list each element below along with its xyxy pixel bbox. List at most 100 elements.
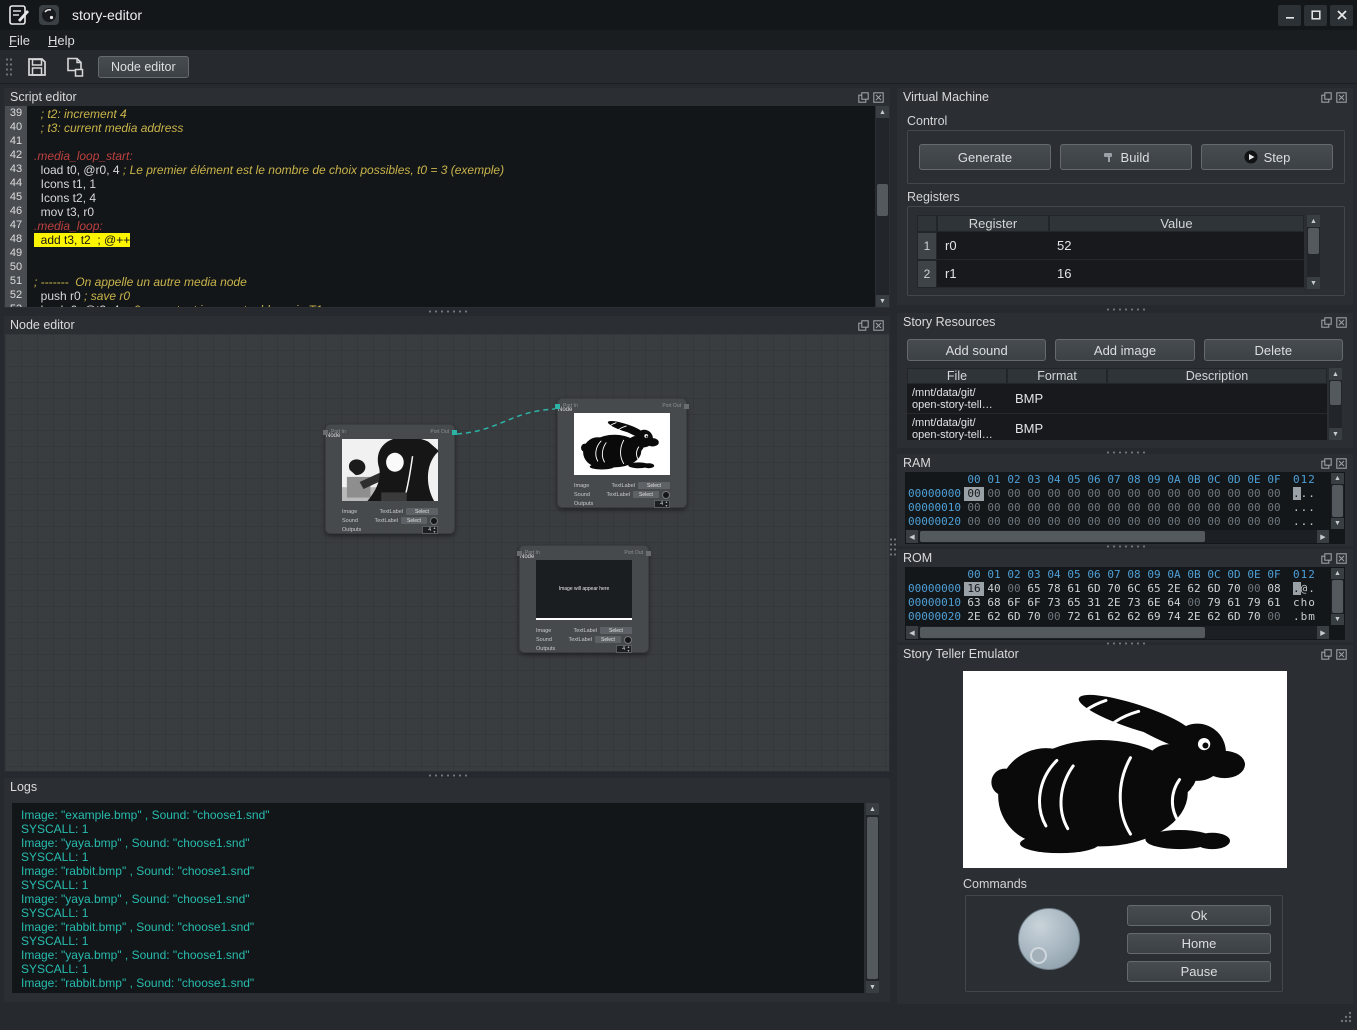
- menu-help[interactable]: Help: [39, 31, 84, 50]
- hex-byte[interactable]: 62: [1184, 582, 1204, 596]
- hex-byte[interactable]: 00: [1244, 487, 1264, 501]
- media-node-empty[interactable]: Port In Node Port Out Image will appear …: [519, 545, 649, 653]
- hex-byte[interactable]: 00: [1184, 596, 1204, 610]
- hex-byte[interactable]: 00: [1244, 515, 1264, 529]
- float-panel-icon[interactable]: [858, 92, 869, 103]
- hex-byte[interactable]: 00: [1264, 501, 1284, 515]
- code-editor[interactable]: 39 ; t2: increment 440 ; t3: current med…: [5, 106, 875, 307]
- scroll-handle[interactable]: [1332, 485, 1343, 517]
- registers-scrollbar[interactable]: ▲ ▼: [1307, 215, 1320, 289]
- outputs-spinner[interactable]: 4 ▲▼: [422, 526, 438, 534]
- ram-hscrollbar[interactable]: ◀ ▶: [906, 530, 1329, 543]
- close-panel-icon[interactable]: [1336, 553, 1347, 564]
- hex-byte[interactable]: 79: [1244, 596, 1264, 610]
- select-sound-button[interactable]: Select: [595, 636, 621, 643]
- scroll-down-button[interactable]: ▼: [1331, 518, 1344, 529]
- hex-byte[interactable]: 08: [1264, 582, 1284, 596]
- hex-byte[interactable]: 00: [984, 515, 1004, 529]
- hex-byte[interactable]: 79: [1204, 596, 1224, 610]
- hex-byte[interactable]: 00: [1104, 487, 1124, 501]
- media-node-yaya[interactable]: Port In Node Port Out Image TextLabel Se…: [325, 424, 455, 534]
- hex-byte[interactable]: 00: [1044, 515, 1064, 529]
- window-resize-grip[interactable]: [1337, 1008, 1353, 1024]
- hex-byte[interactable]: 31: [1084, 596, 1104, 610]
- hex-byte[interactable]: 65: [1144, 582, 1164, 596]
- hex-byte[interactable]: 00: [1224, 501, 1244, 515]
- hex-byte[interactable]: 00: [1124, 515, 1144, 529]
- hex-byte[interactable]: 00: [1064, 501, 1084, 515]
- hex-byte[interactable]: 6D: [1224, 610, 1244, 624]
- hex-byte[interactable]: 00: [964, 515, 984, 529]
- new-file-button[interactable]: [62, 54, 88, 80]
- scroll-handle[interactable]: [877, 184, 888, 216]
- select-image-button[interactable]: Select: [600, 627, 632, 634]
- hex-byte[interactable]: 00: [1184, 515, 1204, 529]
- scroll-down-button[interactable]: ▼: [866, 981, 879, 993]
- hex-byte[interactable]: 00: [1084, 487, 1104, 501]
- hex-byte[interactable]: 00: [1144, 487, 1164, 501]
- hex-byte[interactable]: 00: [1164, 515, 1184, 529]
- hex-byte[interactable]: 2E: [964, 610, 984, 624]
- scroll-handle[interactable]: [920, 531, 1205, 542]
- hex-byte[interactable]: 62: [984, 610, 1004, 624]
- scroll-up-button[interactable]: ▲: [866, 803, 879, 815]
- hex-byte[interactable]: 00: [1124, 487, 1144, 501]
- scroll-left-button[interactable]: ◀: [906, 530, 918, 543]
- hex-byte[interactable]: 00: [1164, 487, 1184, 501]
- hex-byte[interactable]: 00: [1084, 515, 1104, 529]
- media-node-rabbit[interactable]: Port In Node Port Out Image TextLabel Se…: [557, 398, 687, 508]
- ram-hex-view[interactable]: 000102030405060708090A0B0C0D0E0F01200000…: [905, 472, 1345, 544]
- rom-hscrollbar[interactable]: ◀ ▶: [906, 626, 1329, 639]
- vm-header[interactable]: Virtual Machine: [897, 88, 1353, 106]
- outputs-spinner[interactable]: 4 ▲▼: [654, 500, 670, 508]
- hex-byte[interactable]: 6E: [1144, 596, 1164, 610]
- hex-byte[interactable]: 00: [964, 487, 984, 501]
- hex-byte[interactable]: 00: [1204, 501, 1224, 515]
- scroll-up-button[interactable]: ▲: [876, 106, 889, 118]
- hex-byte[interactable]: 6F: [1024, 596, 1044, 610]
- hex-byte[interactable]: 00: [1044, 501, 1064, 515]
- play-sound-button[interactable]: [430, 517, 438, 525]
- hex-byte[interactable]: 65: [1064, 596, 1084, 610]
- hex-byte[interactable]: 16: [964, 582, 984, 596]
- select-image-button[interactable]: Select: [406, 508, 438, 515]
- delete-resource-button[interactable]: Delete: [1204, 339, 1343, 361]
- close-panel-icon[interactable]: [1336, 458, 1347, 469]
- port-out-connector[interactable]: [646, 551, 651, 556]
- close-panel-icon[interactable]: [873, 320, 884, 331]
- splitter-handle[interactable]: [1105, 307, 1145, 312]
- hex-byte[interactable]: 68: [984, 596, 1004, 610]
- menu-file[interactable]: File: [0, 31, 39, 50]
- scroll-up-button[interactable]: ▲: [1331, 568, 1344, 579]
- scroll-down-button[interactable]: ▼: [1329, 428, 1342, 440]
- hex-byte[interactable]: 73: [1044, 596, 1064, 610]
- float-panel-icon[interactable]: [1321, 649, 1332, 660]
- hex-byte[interactable]: 61: [1064, 582, 1084, 596]
- scroll-down-button[interactable]: ▼: [1307, 277, 1320, 289]
- hex-byte[interactable]: 00: [1244, 582, 1264, 596]
- register-row[interactable]: 1 r0 52: [917, 232, 1304, 260]
- resources-header[interactable]: Story Resources: [897, 313, 1353, 331]
- save-button[interactable]: [24, 54, 50, 80]
- close-panel-icon[interactable]: [1336, 92, 1347, 103]
- hex-byte[interactable]: 00: [964, 501, 984, 515]
- splitter-handle[interactable]: [427, 309, 467, 314]
- hex-byte[interactable]: 65: [1024, 582, 1044, 596]
- hex-byte[interactable]: 70: [1224, 582, 1244, 596]
- hex-byte[interactable]: 64: [1164, 596, 1184, 610]
- generate-button[interactable]: Generate: [919, 144, 1051, 170]
- hex-byte[interactable]: 00: [1044, 610, 1064, 624]
- logs-header[interactable]: Logs: [4, 778, 890, 796]
- hex-byte[interactable]: 73: [1124, 596, 1144, 610]
- hex-byte[interactable]: 00: [1024, 501, 1044, 515]
- hex-byte[interactable]: 00: [984, 501, 1004, 515]
- hex-byte[interactable]: 00: [1264, 610, 1284, 624]
- hex-byte[interactable]: 00: [1124, 501, 1144, 515]
- hex-byte[interactable]: 00: [1244, 501, 1264, 515]
- wheel-knob[interactable]: [1018, 908, 1080, 970]
- hex-byte[interactable]: 00: [1184, 501, 1204, 515]
- outputs-spinner[interactable]: 4 ▲▼: [616, 645, 632, 653]
- select-sound-button[interactable]: Select: [633, 491, 659, 498]
- hex-byte[interactable]: 40: [984, 582, 1004, 596]
- hex-byte[interactable]: 70: [1244, 610, 1264, 624]
